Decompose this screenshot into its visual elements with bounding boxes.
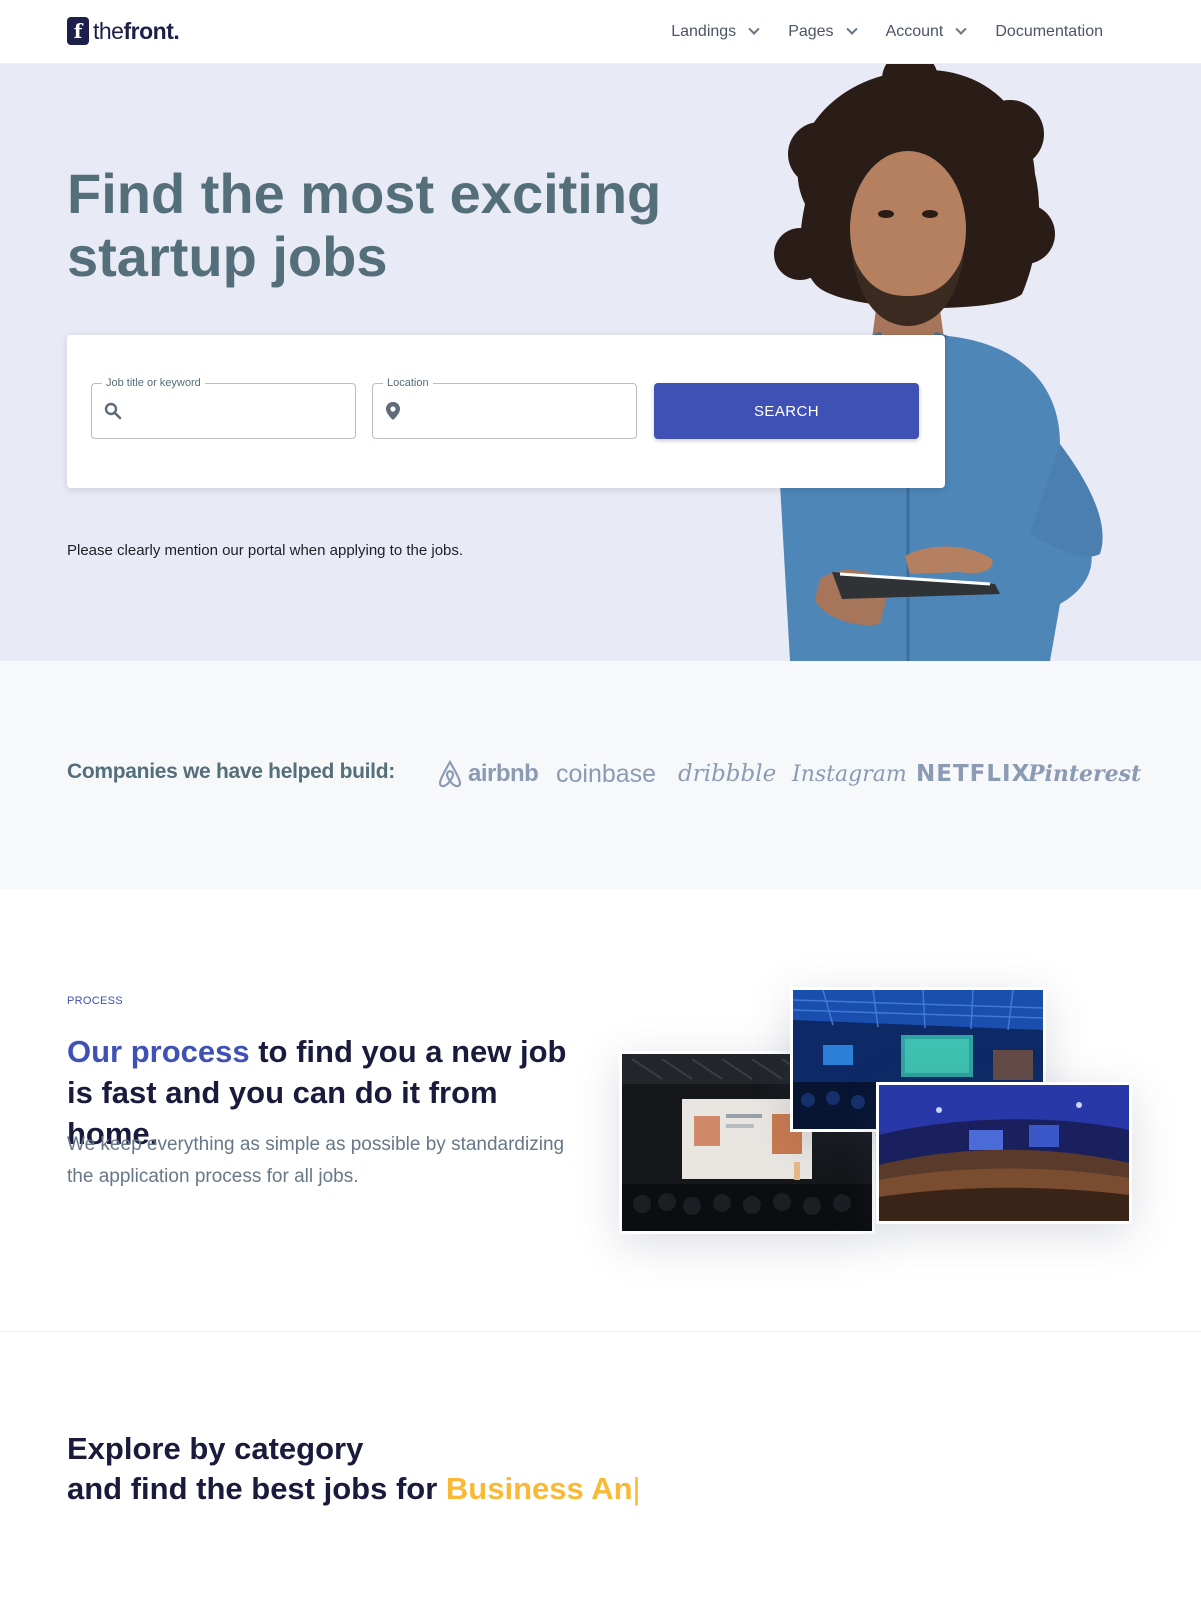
- companies-title: Companies we have helped build:: [67, 760, 395, 783]
- hero-note: Please clearly mention our portal when a…: [67, 542, 464, 559]
- logo-text: thefront.: [93, 17, 180, 44]
- chevron-down-icon: [748, 23, 760, 35]
- companies-section: Companies we have helped build: airbnb c…: [0, 661, 1201, 889]
- nav-documentation-label: Documentation: [995, 23, 1103, 40]
- process-title-accent: Our process: [67, 1034, 250, 1069]
- coinbase-logo: coinbase: [556, 759, 657, 788]
- logo[interactable]: f thefront.: [67, 16, 180, 46]
- airbnb-icon: [438, 759, 462, 788]
- airbnb-logo: airbnb: [436, 757, 539, 791]
- typed-category: Business An: [445, 1471, 633, 1506]
- typing-caret: |: [632, 1471, 641, 1506]
- netflix-logo: NETFLIX: [916, 761, 1031, 787]
- instagram-logo: Instagram: [792, 761, 907, 787]
- nav-landings-label: Landings: [671, 23, 737, 40]
- nav-pages-label: Pages: [788, 23, 834, 40]
- logo-mark-icon: f: [67, 17, 89, 45]
- explore-line-2-text: and find the best jobs for: [67, 1471, 446, 1506]
- nav-landings[interactable]: Landings: [671, 23, 760, 41]
- main-nav: Landings Pages Account Documentation: [671, 0, 1103, 64]
- explore-line-2: and find the best jobs for Business An|: [67, 1469, 767, 1509]
- top-navbar: f thefront. Landings Pages Account Docum…: [0, 0, 1201, 64]
- chevron-down-icon: [845, 23, 858, 35]
- job-title-label: Job title or keyword: [102, 376, 205, 390]
- nav-account-label: Account: [885, 23, 944, 40]
- location-label: Location: [383, 376, 433, 390]
- location-field[interactable]: Location: [372, 376, 637, 439]
- airbnb-label: airbnb: [468, 760, 539, 787]
- job-title-input[interactable]: [130, 394, 345, 428]
- process-subtitle: We keep everything as simple as possible…: [67, 1134, 565, 1187]
- nav-pages[interactable]: Pages: [788, 23, 858, 41]
- dribbble-logo: dribbble: [678, 761, 777, 787]
- location-pin-icon: [386, 402, 400, 420]
- process-eyebrow: PROCESS: [67, 995, 123, 1007]
- nav-account[interactable]: Account: [885, 23, 968, 41]
- search-icon: [104, 402, 122, 420]
- nav-documentation[interactable]: Documentation: [995, 23, 1103, 41]
- conference-photo-3: [876, 1082, 1132, 1224]
- hero-title: Find the most exciting startup jobs: [67, 162, 662, 288]
- job-search-card: Job title or keyword Location SEARCH: [67, 335, 945, 488]
- process-section: PROCESS Our process to find you a new jo…: [0, 889, 1201, 1332]
- hero-section: Find the most exciting startup jobs Job …: [0, 64, 1201, 661]
- job-title-field[interactable]: Job title or keyword: [91, 376, 356, 439]
- pinterest-logo: Pinterest: [1028, 761, 1142, 787]
- chevron-down-icon: [955, 23, 968, 35]
- location-input[interactable]: [411, 394, 626, 428]
- explore-line-1: Explore by category: [67, 1431, 364, 1466]
- explore-title: Explore by category and find the best jo…: [67, 1429, 767, 1509]
- search-button[interactable]: SEARCH: [654, 383, 919, 439]
